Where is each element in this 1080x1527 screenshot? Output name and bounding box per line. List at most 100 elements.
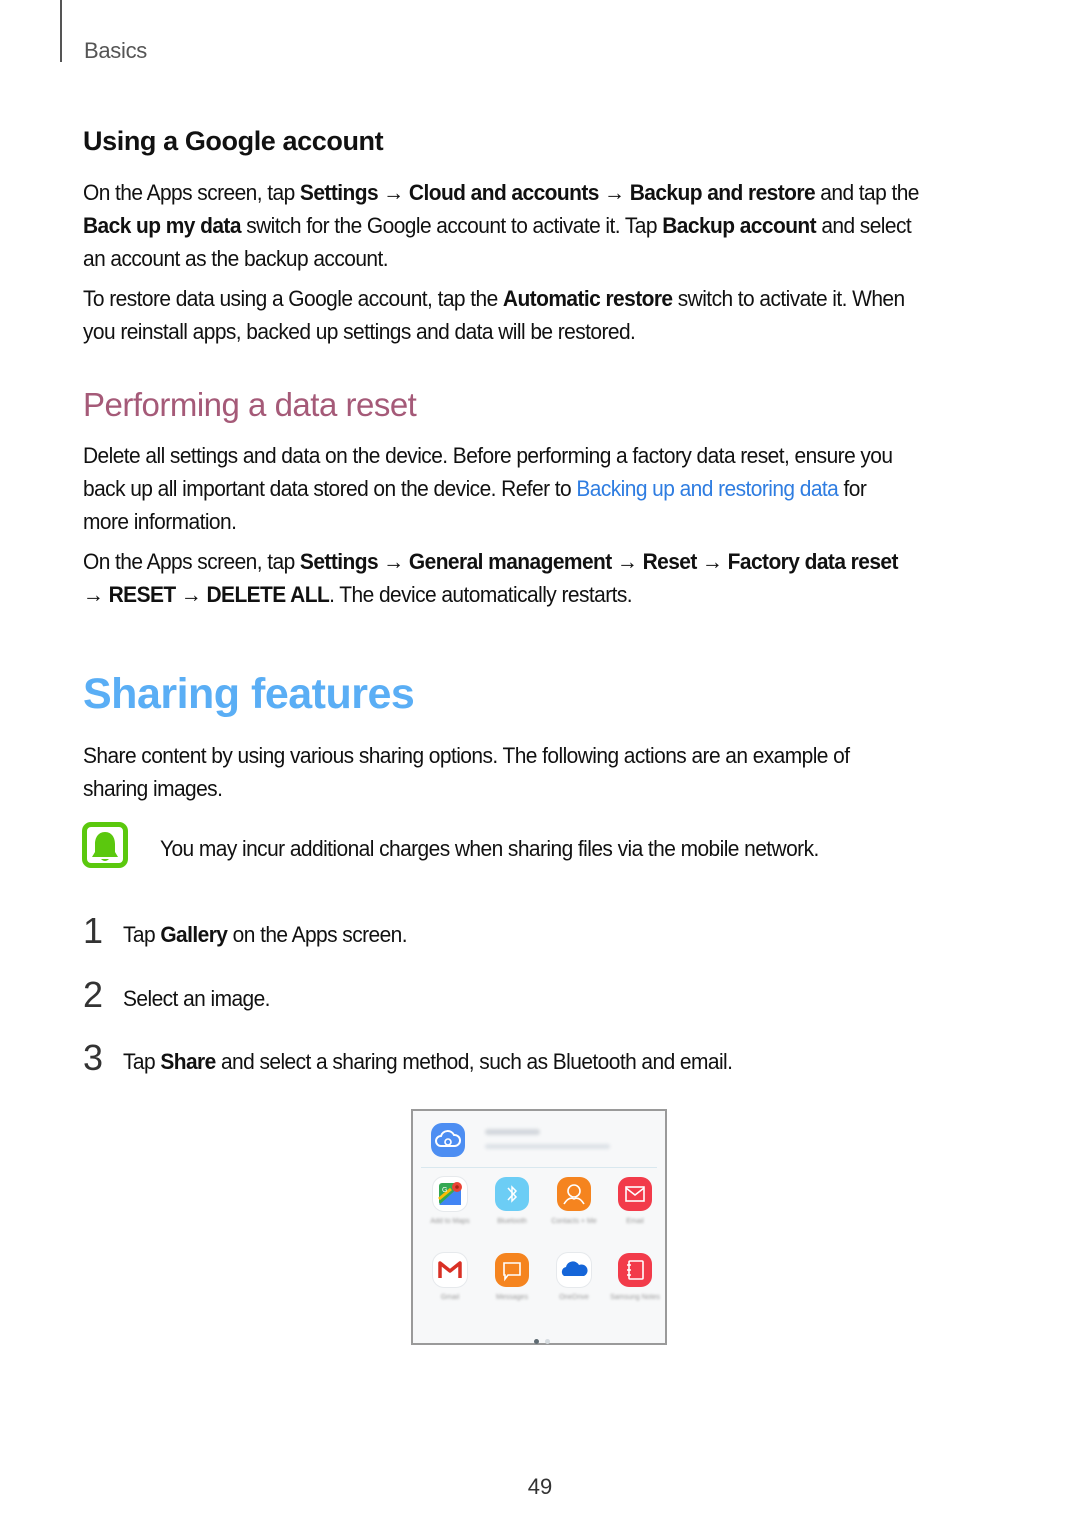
share-app-label: Email [626,1218,644,1225]
text: → [83,582,109,607]
sharing-intro: Share content by using various sharing o… [83,739,1003,805]
ui-term: Settings [299,180,379,205]
text: and select [816,213,912,238]
text: On the Apps screen, tap [83,549,300,574]
messages-icon [495,1253,529,1287]
maps-icon: G [433,1177,467,1211]
step-number: 1 [83,910,104,951]
text: and tap the [815,180,919,205]
ui-term: Cloud and accounts [408,180,599,205]
text: → [378,549,409,574]
page-dot [545,1339,550,1344]
header-rule [60,0,62,62]
email-icon [618,1177,652,1211]
data-reset-para2: On the Apps screen, tap Settings → Gener… [83,545,1003,611]
step-text: Tap Gallery on the Apps screen. [123,918,1053,951]
step-number: 3 [83,1037,104,1078]
ui-term: Settings [299,549,379,574]
data-reset-heading: Performing a data reset [83,386,417,423]
text: . The device automatically restarts. [329,582,633,607]
text-line: Share content by using various sharing o… [83,743,850,768]
gmail-icon [433,1253,467,1287]
text-line: an account as the backup account. [83,246,389,271]
ui-term: Backup and restore [629,180,816,205]
text: → [598,180,630,205]
text: → [175,582,207,607]
svg-text:G: G [442,1187,447,1194]
text-line: sharing images. [83,776,223,801]
text: switch for the Google account to activat… [240,213,663,238]
text: Select an image. [123,986,270,1011]
bell-icon [82,822,128,868]
text-line: you reinstall apps, backed up settings a… [83,319,636,344]
text: Tap [123,1049,161,1074]
share-app-label: Contacts + Me [551,1218,597,1225]
rich-line: On the Apps screen, tap Settings → Gener… [83,545,1013,578]
bluetooth-icon [495,1177,529,1211]
share-app-label: Add to Maps [430,1218,470,1225]
rich-line: Back up my data switch for the Google ac… [83,209,1013,242]
text: On the Apps screen, tap [83,180,300,205]
onedrive-icon [557,1253,591,1287]
note-text: You may incur additional charges when sh… [160,836,819,861]
ui-term: Backup account [662,213,817,238]
ui-term: Back up my data [83,213,241,238]
sharing-features-heading: Sharing features [83,670,415,718]
text: on the Apps screen. [227,922,408,947]
step-number: 2 [83,974,104,1015]
link-sharing-icon [431,1123,465,1157]
divider [421,1167,657,1168]
ui-term: Reset [642,549,698,574]
share-app-item[interactable]: Contacts + Me [544,1177,604,1227]
text: for [838,476,867,501]
share-app-label: OneDrive [559,1294,589,1301]
share-app-item[interactable]: Messages [482,1253,542,1303]
share-app-item[interactable]: Gmail [420,1253,480,1303]
backing-up-link[interactable]: Backing up and restoring data [576,476,838,501]
ui-term: Gallery [160,922,228,947]
share-panel-screenshot: G Add to Maps Bluetooth Contacts + Me Email G… [411,1109,667,1345]
ui-term: Factory data reset [727,549,899,574]
contacts-icon [557,1177,591,1211]
text: To restore data using a Google account, … [83,286,503,311]
rich-line: On the Apps screen, tap Settings → Cloud… [83,176,1013,209]
text: → [378,180,409,205]
ui-term: Share [160,1049,216,1074]
google-account-para1: On the Apps screen, tap Settings → Cloud… [83,176,1003,275]
share-app-label: Samsung Notes [610,1294,660,1301]
link-sharing-subtitle [485,1144,610,1149]
share-app-label: Gmail [440,1294,460,1301]
page-indicator [531,1331,553,1349]
step-text: Select an image. [123,982,1053,1015]
ui-term: DELETE ALL [206,582,330,607]
text: → [611,549,643,574]
notes-icon [618,1253,652,1287]
link-sharing-title [485,1129,540,1135]
share-app-item[interactable]: OneDrive [544,1253,604,1303]
text: back up all important data stored on the… [83,476,577,501]
page-dot-active [534,1339,539,1344]
text: Tap [123,922,161,947]
google-account-para2: To restore data using a Google account, … [83,282,1003,348]
step-text: Tap Share and select a sharing method, s… [123,1045,1053,1078]
share-app-item[interactable]: G Add to Maps [420,1177,480,1227]
text-line: back up all important data stored on the… [83,472,1013,505]
share-app-item[interactable]: Email [605,1177,665,1227]
text: → [696,549,728,574]
share-app-item[interactable]: Bluetooth [482,1177,542,1227]
google-account-heading: Using a Google account [83,126,384,156]
text-line: more information. [83,509,237,534]
text: and select a sharing method, such as Blu… [215,1049,733,1074]
share-app-label: Messages [496,1294,528,1301]
text-line: Delete all settings and data on the devi… [83,443,893,468]
rich-line: To restore data using a Google account, … [83,282,1013,315]
data-reset-para1: Delete all settings and data on the devi… [83,439,1003,538]
ui-term: RESET [108,582,177,607]
share-app-item[interactable]: Samsung Notes [605,1253,665,1303]
chapter-label: Basics [84,38,147,63]
page-number: 49 [527,1474,553,1499]
note: You may incur additional charges when sh… [160,832,1080,865]
text: switch to activate it. When [672,286,905,311]
ui-term: General management [408,549,612,574]
share-app-label: Bluetooth [497,1218,527,1225]
